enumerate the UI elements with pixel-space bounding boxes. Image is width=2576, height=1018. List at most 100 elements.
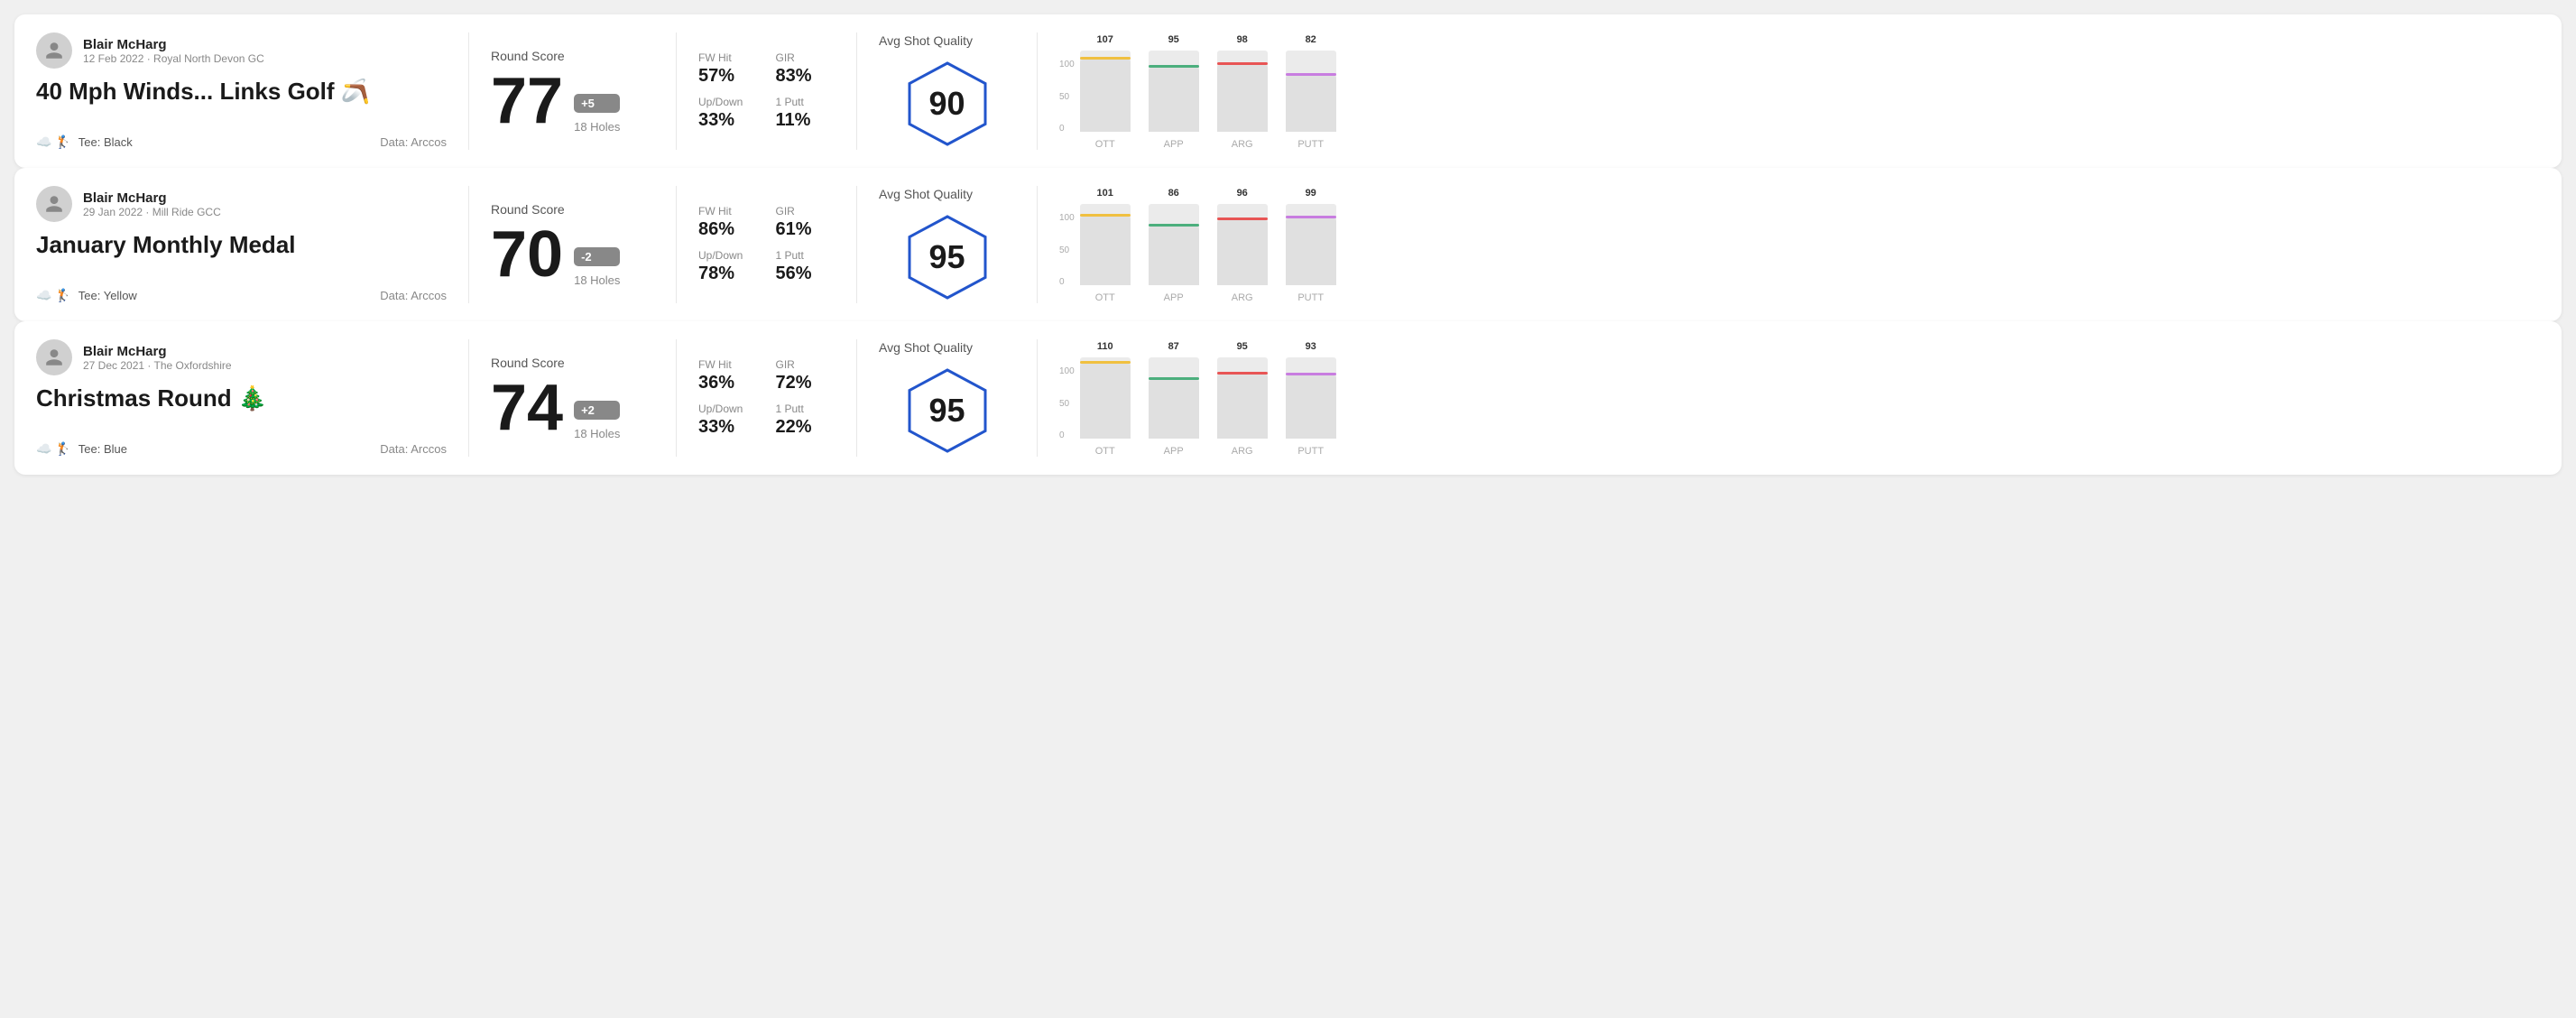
card-score: Round Score 74 +2 18 Holes (469, 339, 677, 457)
weather-icon: ☁️ 🏌️ (36, 134, 71, 150)
hexagon: 95 (902, 366, 993, 456)
quality-label: Avg Shot Quality (879, 340, 973, 355)
fw-hit-value: 86% (698, 219, 758, 240)
hexagon: 95 (902, 212, 993, 302)
chart-column-app: 95 APP (1149, 34, 1199, 150)
chart-bars: 100 50 0 101 OTT 86 (1059, 186, 2525, 303)
avatar (36, 32, 72, 69)
bar-value: 95 (1168, 34, 1179, 45)
user-row: Blair McHarg 12 Feb 2022 · Royal North D… (36, 32, 447, 69)
y-50: 50 (1059, 399, 1075, 409)
up-down-label: Up/Down (698, 96, 758, 108)
chart-column-app: 87 APP (1149, 341, 1199, 457)
card-quality: Avg Shot Quality 95 (857, 186, 1038, 303)
bar-label: PUTT (1297, 292, 1324, 303)
round-card-round3: Blair McHarg 27 Dec 2021 · The Oxfordshi… (14, 321, 2562, 475)
hex-score: 95 (928, 238, 965, 276)
up-down-label: Up/Down (698, 249, 758, 262)
score-badge-group: +2 18 Holes (574, 401, 620, 440)
score-badge-group: +5 18 Holes (574, 94, 620, 134)
gir-stat: GIR 83% (776, 51, 836, 87)
score-badge: +5 (574, 94, 620, 113)
data-source-label: Data: Arccos (380, 442, 447, 456)
hex-score: 90 (928, 85, 965, 123)
up-down-value: 78% (698, 264, 758, 284)
chart-column-arg: 95 ARG (1217, 341, 1268, 457)
fw-hit-value: 57% (698, 66, 758, 87)
chart-bars: 100 50 0 107 OTT 95 (1059, 32, 2525, 150)
one-putt-label: 1 Putt (776, 403, 836, 415)
shot-quality-chart: 100 50 0 107 OTT 95 (1038, 32, 2540, 150)
tee-info: ☁️ 🏌️ Tee: Yellow (36, 288, 137, 303)
score-number: 74 (491, 375, 563, 440)
bar-wrapper (1286, 204, 1336, 285)
bar-value: 98 (1237, 34, 1248, 45)
bar-value: 86 (1168, 188, 1179, 199)
gir-label: GIR (776, 51, 836, 64)
card-quality: Avg Shot Quality 90 (857, 32, 1038, 150)
bar-wrapper (1286, 51, 1336, 132)
stats-grid: FW Hit 86% GIR 61% Up/Down 78% 1 Putt 56… (698, 205, 835, 284)
bar-label: ARG (1232, 139, 1253, 150)
person-icon (44, 41, 64, 60)
user-info: Blair McHarg 29 Jan 2022 · Mill Ride GCC (83, 190, 221, 218)
fw-hit-label: FW Hit (698, 205, 758, 217)
up-down-value: 33% (698, 110, 758, 131)
y-50: 50 (1059, 92, 1075, 102)
chart-column-ott: 107 OTT (1080, 34, 1131, 150)
fw-hit-stat: FW Hit 36% (698, 358, 758, 393)
bar-value: 96 (1237, 188, 1248, 199)
up-down-stat: Up/Down 33% (698, 96, 758, 131)
gir-stat: GIR 61% (776, 205, 836, 240)
hex-score: 95 (928, 392, 965, 430)
round-card-round2: Blair McHarg 29 Jan 2022 · Mill Ride GCC… (14, 168, 2562, 321)
card-score: Round Score 70 -2 18 Holes (469, 186, 677, 303)
y-axis: 100 50 0 (1059, 213, 1075, 303)
score-label: Round Score (491, 202, 654, 217)
y-0: 0 (1059, 277, 1075, 287)
one-putt-value: 56% (776, 264, 836, 284)
shot-quality-chart: 100 50 0 101 OTT 86 (1038, 186, 2540, 303)
bar-label: OTT (1095, 292, 1115, 303)
score-label: Round Score (491, 356, 654, 370)
card-quality: Avg Shot Quality 95 (857, 339, 1038, 457)
chart-column-app: 86 APP (1149, 188, 1199, 303)
data-source-label: Data: Arccos (380, 135, 447, 149)
score-number: 70 (491, 222, 563, 287)
score-row: 77 +5 18 Holes (491, 69, 654, 134)
chart-bars: 100 50 0 110 OTT 87 (1059, 339, 2525, 457)
up-down-stat: Up/Down 78% (698, 249, 758, 284)
chart-column-ott: 101 OTT (1080, 188, 1131, 303)
bar-label: ARG (1232, 446, 1253, 457)
tee-label: Tee: Blue (78, 442, 127, 456)
bar-label: OTT (1095, 446, 1115, 457)
avatar (36, 186, 72, 222)
bar-wrapper (1080, 204, 1131, 285)
weather-icon: ☁️ 🏌️ (36, 288, 71, 303)
bar-label: OTT (1095, 139, 1115, 150)
user-name: Blair McHarg (83, 190, 221, 206)
stats-grid: FW Hit 36% GIR 72% Up/Down 33% 1 Putt 22… (698, 358, 835, 438)
hex-container: 95 (879, 366, 1015, 456)
gir-value: 83% (776, 66, 836, 87)
round-title: Christmas Round 🎄 (36, 384, 447, 412)
y-100: 100 (1059, 366, 1075, 376)
score-row: 74 +2 18 Holes (491, 375, 654, 440)
fw-hit-stat: FW Hit 57% (698, 51, 758, 87)
data-source-label: Data: Arccos (380, 289, 447, 302)
score-holes: 18 Holes (574, 427, 620, 440)
one-putt-stat: 1 Putt 22% (776, 403, 836, 438)
bar-value: 95 (1237, 341, 1248, 352)
bar-label: APP (1164, 446, 1184, 457)
bar-wrapper (1149, 357, 1199, 439)
shot-quality-chart: 100 50 0 110 OTT 87 (1038, 339, 2540, 457)
bar-value: 93 (1306, 341, 1316, 352)
round-title: January Monthly Medal (36, 231, 447, 259)
person-icon (44, 194, 64, 214)
chart-column-arg: 96 ARG (1217, 188, 1268, 303)
y-100: 100 (1059, 213, 1075, 223)
up-down-label: Up/Down (698, 403, 758, 415)
bar-label: APP (1164, 292, 1184, 303)
bar-value: 101 (1097, 188, 1113, 199)
bar-value: 107 (1097, 34, 1113, 45)
